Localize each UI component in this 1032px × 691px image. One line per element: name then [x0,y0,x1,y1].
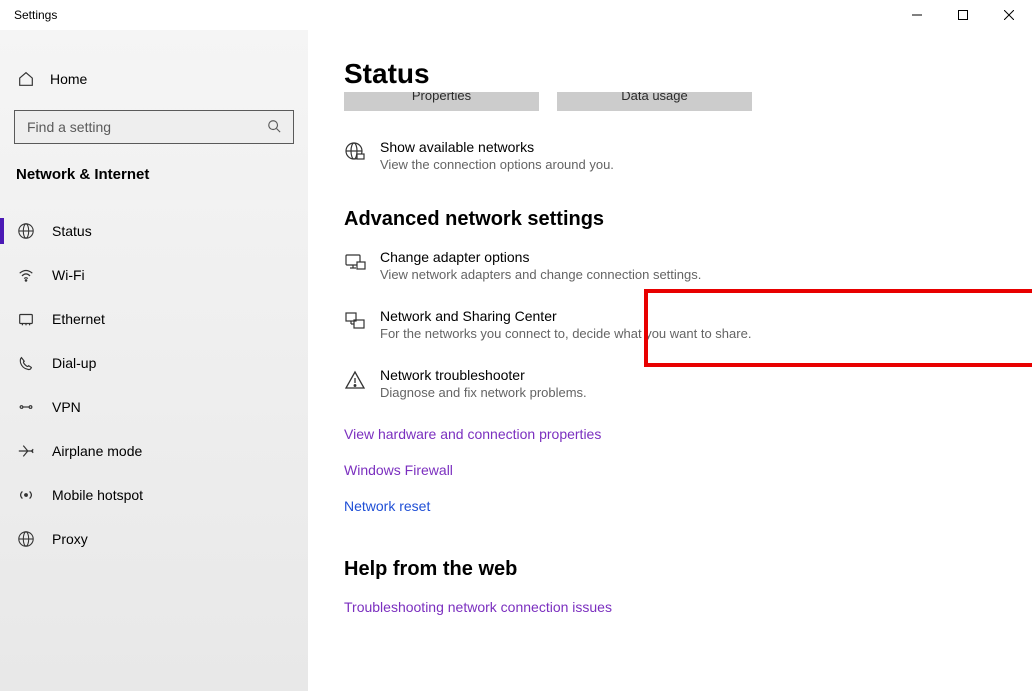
advanced-heading: Advanced network settings [344,208,1008,231]
vpn-icon [16,398,36,416]
sidebar-item-airplane[interactable]: Airplane mode [0,429,308,473]
sidebar-item-label: VPN [52,399,81,415]
home-button[interactable]: Home [0,58,308,100]
sidebar-item-vpn[interactable]: VPN [0,385,308,429]
option-desc: View the connection options around you. [380,157,614,172]
hotspot-icon [16,486,36,504]
search-icon [267,119,283,136]
sidebar-item-status[interactable]: Status [0,209,308,253]
sidebar-item-label: Proxy [52,531,88,547]
sidebar-item-dialup[interactable]: Dial-up [0,341,308,385]
page-title: Status [344,58,1008,90]
wifi-icon [16,266,36,284]
link-hardware[interactable]: View hardware and connection properties [344,426,1008,442]
properties-button[interactable]: Properties [344,92,539,111]
option-title: Change adapter options [380,249,701,265]
sidebar-item-label: Wi-Fi [52,267,85,283]
option-desc: For the networks you connect to, decide … [380,326,751,341]
sidebar: Home Network & Internet Stat [0,30,308,691]
sidebar-item-label: Mobile hotspot [52,487,143,503]
window-title: Settings [14,8,57,22]
content-pane: Status Properties Data usage Show availa… [308,30,1032,691]
option-title: Network troubleshooter [380,367,587,383]
proxy-icon [16,530,36,548]
network-troubleshooter[interactable]: Network troubleshooter Diagnose and fix … [344,367,1008,400]
sidebar-item-label: Dial-up [52,355,96,371]
adapter-icon [344,251,366,273]
sidebar-item-label: Ethernet [52,311,105,327]
close-button[interactable] [986,0,1032,30]
home-label: Home [50,71,87,87]
ethernet-icon [16,310,36,328]
sidebar-item-ethernet[interactable]: Ethernet [0,297,308,341]
search-input[interactable] [25,118,267,136]
option-desc: View network adapters and change connect… [380,267,701,282]
sidebar-item-wifi[interactable]: Wi-Fi [0,253,308,297]
option-title: Show available networks [380,139,614,155]
option-title: Network and Sharing Center [380,308,751,324]
change-adapter-options[interactable]: Change adapter options View network adap… [344,249,1008,282]
search-box[interactable] [14,110,294,144]
sidebar-item-proxy[interactable]: Proxy [0,517,308,561]
dialup-icon [16,354,36,372]
window-controls [894,0,1032,30]
link-help-troubleshoot[interactable]: Troubleshooting network connection issue… [344,599,1008,615]
help-heading: Help from the web [344,558,1008,581]
sidebar-item-label: Status [52,223,92,239]
link-firewall[interactable]: Windows Firewall [344,462,1008,478]
link-reset[interactable]: Network reset [344,498,1008,514]
sidebar-item-label: Airplane mode [52,443,142,459]
home-icon [16,70,36,88]
status-icon [16,222,36,240]
sharing-icon [344,310,366,332]
sidebar-nav: Status Wi-Fi Ethernet [0,209,308,561]
sidebar-item-hotspot[interactable]: Mobile hotspot [0,473,308,517]
sidebar-section-label: Network & Internet [0,166,308,183]
warning-icon [344,369,366,391]
titlebar: Settings [0,0,1032,30]
option-desc: Diagnose and fix network problems. [380,385,587,400]
show-available-networks[interactable]: Show available networks View the connect… [344,139,1008,172]
data-usage-button[interactable]: Data usage [557,92,752,111]
globe-icon [344,141,366,163]
minimize-button[interactable] [894,0,940,30]
maximize-button[interactable] [940,0,986,30]
network-sharing-center[interactable]: Network and Sharing Center For the netwo… [344,308,1008,341]
airplane-icon [16,442,36,460]
